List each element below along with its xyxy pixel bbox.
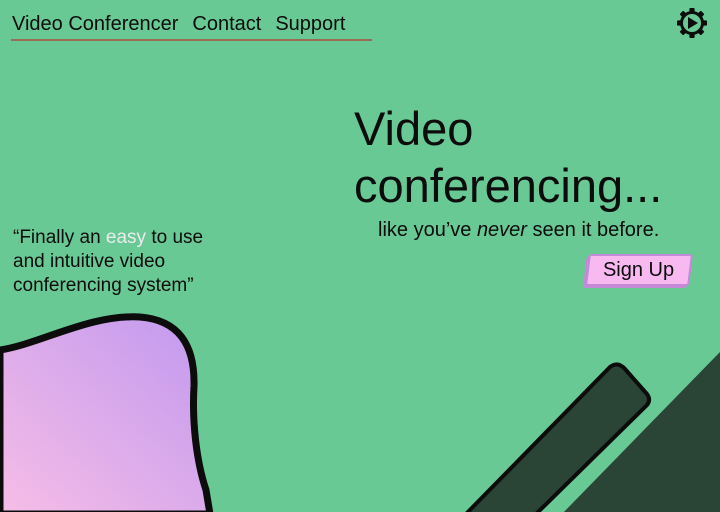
- quote-highlight: easy: [105, 227, 147, 248]
- hero-subtitle-end: seen it before.: [526, 219, 660, 241]
- nav-brand-link[interactable]: Video Conferencer: [12, 8, 178, 40]
- gear-icon: [677, 8, 707, 38]
- testimonial-quote: “Finally an easy to use and intuitive vi…: [13, 226, 213, 298]
- sign-up-label: Sign Up: [603, 258, 675, 281]
- nav-support-link[interactable]: Support: [275, 8, 345, 40]
- hero-title: Video conferencing...: [354, 102, 663, 212]
- sign-up-button[interactable]: Sign Up: [585, 254, 693, 286]
- decorative-gradient-blob: [0, 313, 214, 512]
- top-nav: Video Conferencer Contact Support: [11, 8, 372, 41]
- quote-start: “Finally an: [13, 227, 106, 248]
- hero-subtitle: like you’ve never seen it before.: [378, 217, 659, 243]
- decorative-diagonal-stripes: [465, 352, 720, 512]
- nav-contact-link[interactable]: Contact: [192, 8, 261, 40]
- hero-subtitle-emphasis: never: [476, 219, 527, 241]
- hero-subtitle-start: like you’ve: [378, 219, 477, 241]
- settings-gear-icon[interactable]: [675, 6, 709, 40]
